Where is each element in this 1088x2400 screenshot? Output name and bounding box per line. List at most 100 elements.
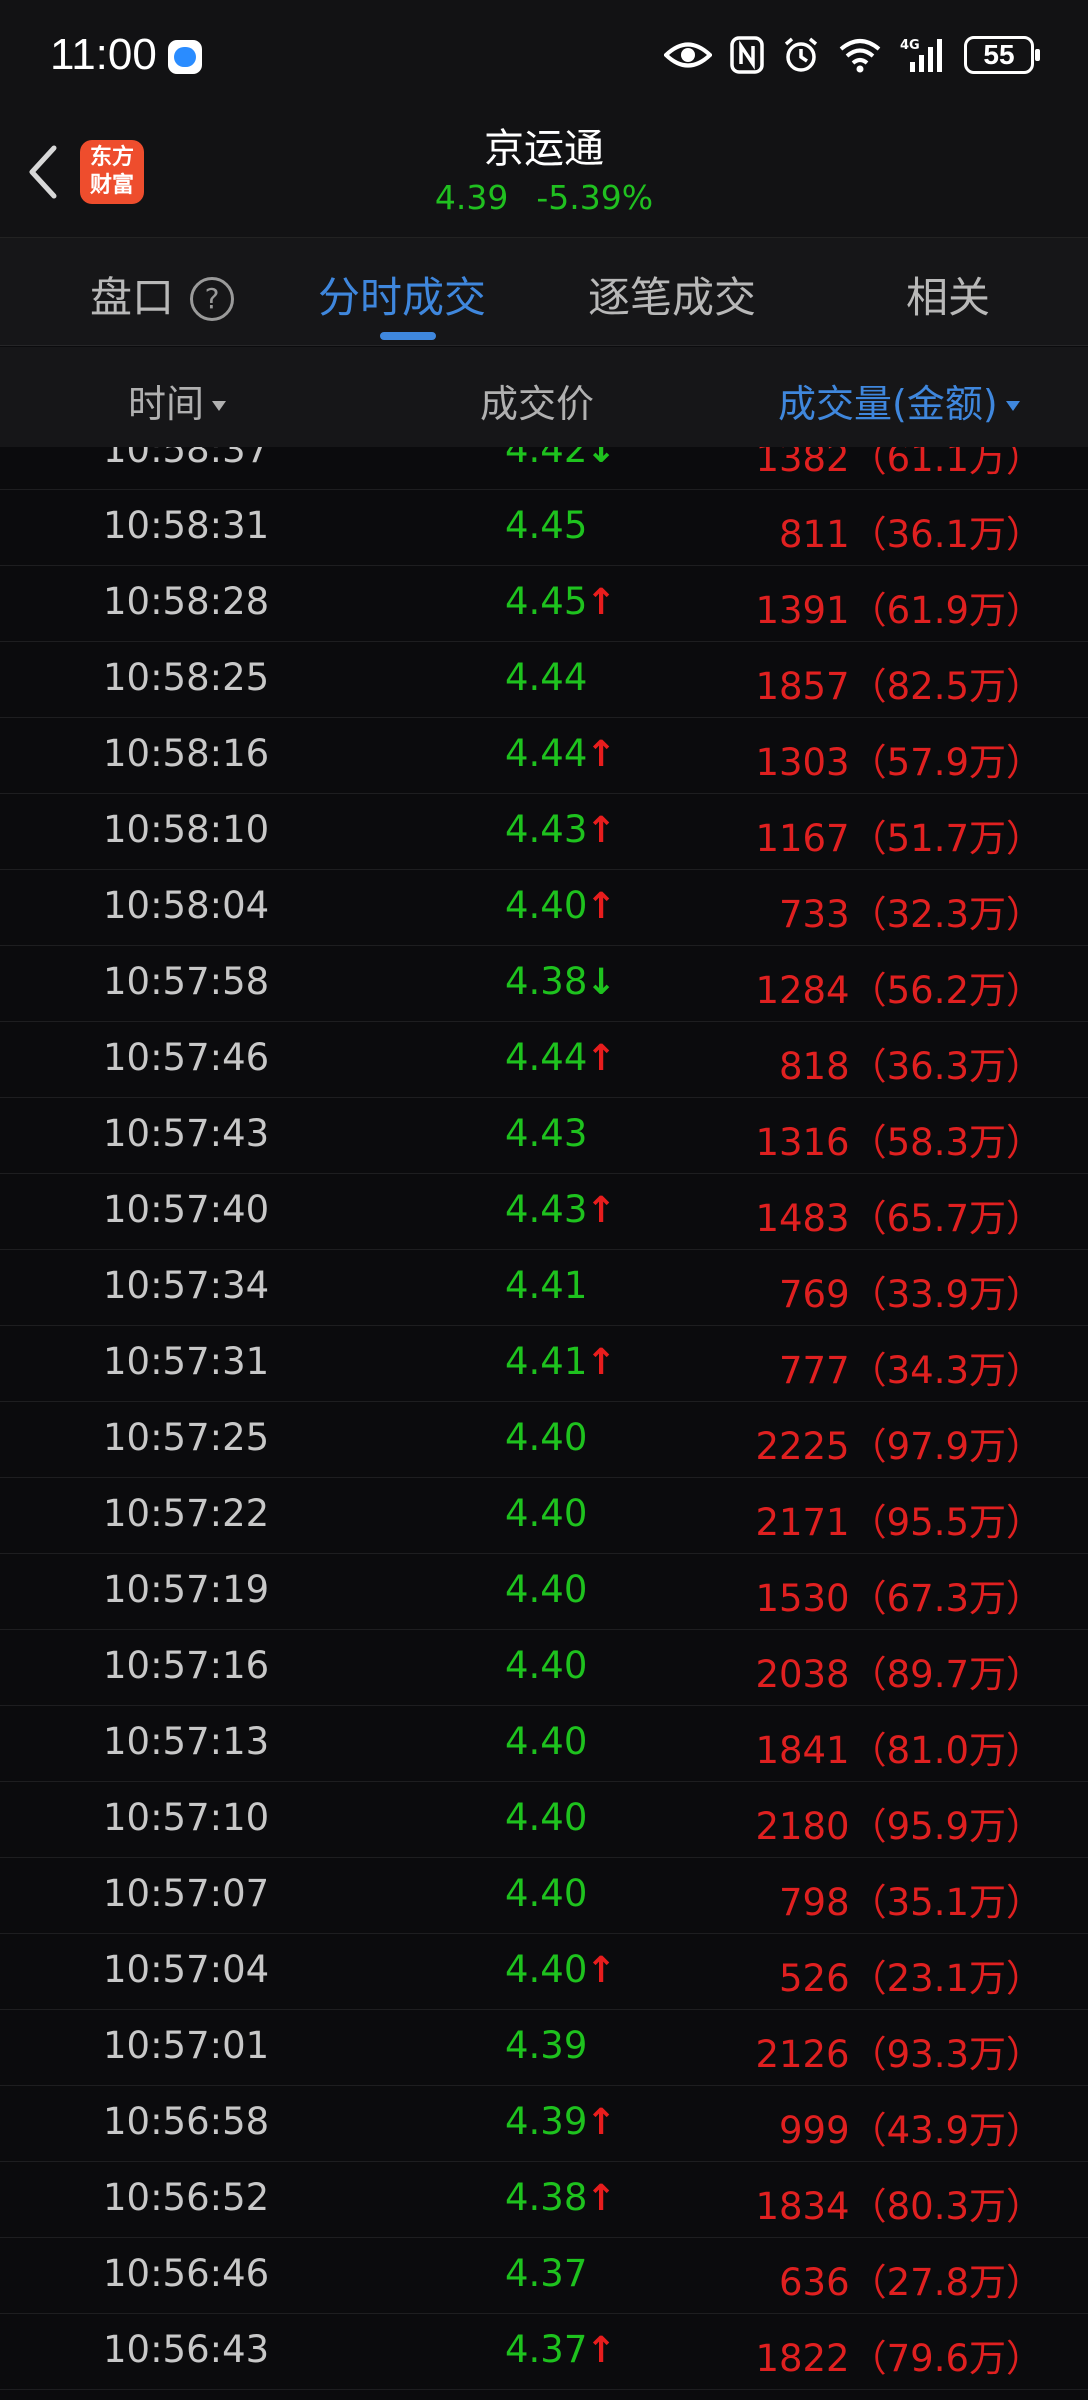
trade-amount: 67.3万 — [886, 1577, 1006, 1620]
trade-row: 10:58:04 4.40 ↑ 733（32.3万） — [0, 870, 1088, 946]
column-time-sort[interactable]: 时间 — [128, 373, 227, 428]
trade-volume: 2038 — [755, 1653, 850, 1696]
trade-volume-amount: 999（43.9万） — [779, 2100, 1043, 2154]
trade-amount: 80.3万 — [886, 2185, 1006, 2228]
trade-time: 10:58:25 — [103, 656, 270, 699]
trade-price: 4.37 — [505, 2252, 588, 2295]
paren-open: （ — [849, 2261, 887, 2304]
trade-volume-amount: 1530（67.3万） — [755, 1568, 1043, 1622]
trade-volume-amount: 2225（97.9万） — [755, 1416, 1043, 1470]
trade-amount: 36.1万 — [886, 513, 1006, 556]
arrow-up-icon: ↑ — [586, 582, 617, 623]
trade-volume: 1834 — [755, 2185, 850, 2228]
trade-row: 10:57:22 4.40 2171（95.5万） — [0, 1478, 1088, 1554]
paren-close: ） — [1006, 1121, 1043, 1164]
trade-price: 4.44 — [505, 732, 588, 775]
alarm-icon — [782, 36, 820, 74]
trade-amount: 81.0万 — [886, 1729, 1006, 1772]
trade-amount: 51.7万 — [886, 817, 1006, 860]
paren-open: （ — [849, 2033, 887, 2076]
trade-price: 4.40 — [505, 1872, 588, 1915]
trade-volume: 1316 — [755, 1121, 850, 1164]
trade-row: 10:57:40 4.43 ↑ 1483（65.7万） — [0, 1174, 1088, 1250]
paren-open: （ — [849, 817, 887, 860]
wifi-icon — [838, 37, 882, 73]
arrow-up-icon: ↑ — [586, 1038, 617, 1079]
trade-volume-amount: 2038（89.7万） — [755, 1644, 1043, 1698]
active-tab-indicator — [380, 332, 436, 340]
trade-volume-amount: 1316（58.3万） — [755, 1112, 1043, 1166]
paren-open: （ — [849, 1197, 887, 1240]
trade-volume-amount: 1167（51.7万） — [755, 808, 1043, 862]
arrow-up-icon: ↑ — [586, 886, 617, 927]
tab-related[interactable]: 相关 — [906, 264, 990, 325]
paren-open: （ — [849, 1577, 887, 1620]
trade-price: 4.40 — [505, 1948, 588, 1991]
trade-time: 10:57:04 — [103, 1948, 270, 1991]
trade-row: 10:57:34 4.41 769（33.9万） — [0, 1250, 1088, 1326]
tab-time-sales[interactable]: 分时成交 — [318, 264, 486, 325]
paren-close: ） — [1006, 589, 1043, 632]
trade-volume: 777 — [778, 1349, 850, 1392]
trade-time: 10:58:37 — [103, 447, 270, 471]
trade-time: 10:57:43 — [103, 1112, 270, 1155]
trade-time: 10:57:31 — [103, 1340, 270, 1383]
trade-amount: 43.9万 — [886, 2109, 1006, 2152]
trade-volume-amount: 2180（95.9万） — [755, 1796, 1043, 1850]
trade-time: 10:57:16 — [103, 1644, 270, 1687]
trade-amount: 93.3万 — [886, 2033, 1006, 2076]
trade-row: 10:57:10 4.40 2180（95.9万） — [0, 1782, 1088, 1858]
trade-price: 4.43 — [505, 1188, 588, 1231]
trade-row: 10:58:16 4.44 ↑ 1303（57.9万） — [0, 718, 1088, 794]
status-icons: 4G 55 — [664, 30, 1040, 80]
trade-row: 10:57:16 4.40 2038（89.7万） — [0, 1630, 1088, 1706]
trade-amount: 61.9万 — [886, 589, 1006, 632]
trade-volume: 999 — [778, 2109, 850, 2152]
trade-time: 10:56:52 — [103, 2176, 270, 2219]
trade-time: 10:58:04 — [103, 884, 270, 927]
trade-price: 4.43 — [505, 808, 588, 851]
trade-volume: 1284 — [755, 969, 850, 1012]
arrow-up-icon: ↑ — [586, 2330, 617, 2371]
paren-close: ） — [1006, 2337, 1043, 2380]
paren-open: （ — [849, 513, 887, 556]
caret-down-icon — [1005, 401, 1020, 411]
help-icon[interactable]: ? — [190, 276, 235, 321]
trade-amount: 33.9万 — [886, 1273, 1006, 1316]
trade-list[interactable]: 10:58:37 4.42 ↓ 1382（61.1万） 10:58:31 4.45 811（… — [0, 447, 1088, 2400]
trade-price: 4.45 — [505, 580, 588, 623]
paren-close: ） — [1006, 447, 1043, 480]
trade-amount: 82.5万 — [886, 665, 1006, 708]
tab-order-book[interactable]: 盘口? — [90, 264, 235, 325]
stock-header: 东方 财富 京运通 4.39 -5.39% — [0, 112, 1088, 238]
trade-volume-amount: 2171（95.5万） — [755, 1492, 1043, 1546]
paren-close: ） — [1006, 1197, 1043, 1240]
trade-time: 10:58:31 — [103, 504, 270, 547]
arrow-up-icon: ↑ — [586, 1190, 617, 1231]
battery-icon: 55 — [964, 36, 1040, 74]
paren-open: （ — [849, 2109, 887, 2152]
trade-time: 10:57:25 — [103, 1416, 270, 1459]
eye-icon — [664, 38, 712, 72]
trade-row: 10:57:07 4.40 798（35.1万） — [0, 1858, 1088, 1934]
trade-price: 4.41 — [505, 1264, 588, 1307]
trade-price: 4.40 — [505, 1644, 588, 1687]
paren-close: ） — [1006, 2261, 1043, 2304]
trade-price: 4.38 — [505, 960, 588, 1003]
message-notification-icon — [168, 40, 202, 74]
trade-volume: 1382 — [755, 447, 850, 480]
trade-volume: 1303 — [755, 741, 850, 784]
arrow-up-icon: ↑ — [586, 1342, 617, 1383]
trade-row: 10:56:52 4.38 ↑ 1834（80.3万） — [0, 2162, 1088, 2238]
paren-open: （ — [849, 1425, 887, 1468]
tab-tick-by-tick[interactable]: 逐笔成交 — [588, 264, 756, 325]
paren-open: （ — [849, 1045, 887, 1088]
trade-volume-amount: 769（33.9万） — [779, 1264, 1043, 1318]
trade-row: 10:56:58 4.39 ↑ 999（43.9万） — [0, 2086, 1088, 2162]
trade-price: 4.42 — [505, 447, 588, 471]
trade-volume: 1822 — [755, 2337, 850, 2380]
paren-close: ） — [1006, 741, 1043, 784]
column-volume-sort[interactable]: 成交量(金额) — [778, 373, 1020, 428]
paren-close: ） — [1006, 1729, 1043, 1772]
trade-row: 10:58:10 4.43 ↑ 1167（51.7万） — [0, 794, 1088, 870]
